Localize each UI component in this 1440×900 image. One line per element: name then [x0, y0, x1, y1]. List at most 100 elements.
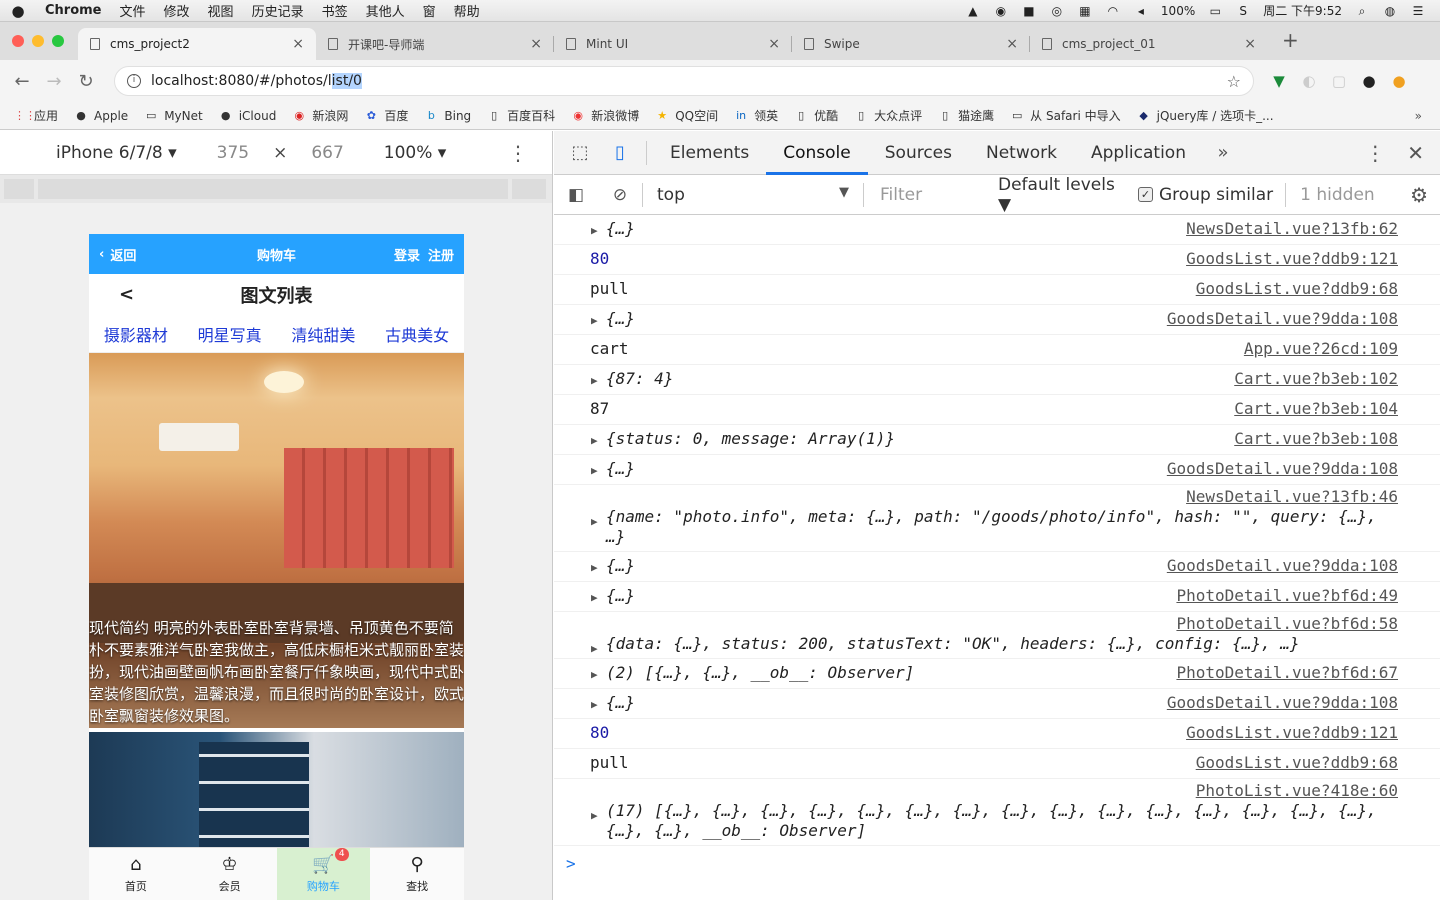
console-message-row[interactable]: ▶ {…} GoodsDetail.vue?9dda:108 [554, 552, 1440, 582]
clear-console-icon[interactable]: ⊘ [598, 185, 642, 205]
context-select[interactable]: top ▼ [643, 185, 863, 205]
bookmark-item[interactable]: ● Apple [74, 109, 128, 123]
devtools-menu-icon[interactable]: ⋮ [1365, 141, 1385, 165]
category-tab[interactable]: 古典美女 [385, 322, 449, 346]
console-message-row[interactable]: ▶ {status: 0, message: Array(1)} Cart.vue?… [554, 425, 1440, 455]
close-tab-icon[interactable]: × [768, 36, 780, 52]
apple-icon[interactable]: ● [0, 2, 36, 20]
url-text[interactable]: localhost:8080/#/photos/list/0 [151, 73, 362, 89]
bookmark-item[interactable]: b Bing [424, 109, 471, 123]
minimize-window-button[interactable] [32, 35, 44, 47]
new-tab-button[interactable]: + [1268, 28, 1299, 60]
source-link[interactable]: App.vue?26cd:109 [1244, 339, 1398, 359]
source-link[interactable]: PhotoList.vue?418e:60 [1196, 781, 1398, 801]
more-tabs-icon[interactable]: » [1203, 142, 1243, 163]
spotlight-icon[interactable]: ⌕ [1354, 4, 1370, 18]
menu-file[interactable]: 文件 [111, 1, 155, 20]
zoom-window-button[interactable] [52, 35, 64, 47]
source-link[interactable]: GoodsDetail.vue?9dda:108 [1167, 459, 1398, 479]
browser-tab[interactable]: cms_project_01 × [1030, 28, 1268, 60]
console-message-row[interactable]: ▶ {…} GoodsDetail.vue?9dda:108 [554, 305, 1440, 335]
console-message-row[interactable]: ▶ {…} GoodsDetail.vue?9dda:108 [554, 689, 1440, 719]
source-link[interactable]: PhotoDetail.vue?bf6d:67 [1176, 663, 1398, 683]
bookmark-folder[interactable]: ▭ MyNet [144, 109, 203, 123]
tabbar-cart[interactable]: 🛒 4 购物车 [276, 848, 371, 900]
wifi-icon[interactable]: ◠ [1105, 4, 1121, 18]
browser-tab[interactable]: 开课吧-导师端 × [316, 28, 554, 60]
extension-icon[interactable]: ▢ [1324, 72, 1354, 90]
bookmark-item[interactable]: ▯ 大众点评 [854, 107, 922, 124]
console-message-row[interactable]: ▶ {…} NewsDetail.vue?13fb:62 [554, 215, 1440, 245]
browser-tab[interactable]: cms_project2 × [78, 28, 316, 60]
menu-view[interactable]: 视图 [199, 1, 243, 20]
battery-icon[interactable]: ▭ [1207, 4, 1223, 18]
bookmark-icon[interactable]: ■ [1021, 4, 1037, 18]
address-bar[interactable]: i localhost:8080/#/photos/list/0 ☆ [114, 66, 1254, 96]
menu-edit[interactable]: 修改 [155, 1, 199, 20]
group-similar-toggle[interactable]: ✓ Group similar [1126, 185, 1285, 205]
expand-triangle-icon[interactable]: ▶ [591, 668, 598, 681]
console-message-row[interactable]: ▶ {87: 4} Cart.vue?b3eb:102 [554, 365, 1440, 395]
bookmark-star-icon[interactable]: ☆ [1227, 72, 1241, 91]
vpn-icon[interactable]: ◉ [993, 4, 1009, 18]
tab-sources[interactable]: Sources [868, 131, 969, 175]
source-link[interactable]: GoodsList.vue?ddb9:68 [1196, 279, 1398, 299]
bookmark-item[interactable]: ▯ 优酷 [794, 107, 838, 124]
reload-icon[interactable]: ↻ [70, 71, 102, 92]
close-tab-icon[interactable]: × [1006, 36, 1018, 52]
tabbar-search[interactable]: ⚲ 查找 [370, 848, 464, 900]
inspect-element-icon[interactable]: ⬚ [560, 142, 600, 163]
volume-icon[interactable]: ◂ [1133, 4, 1149, 18]
source-link[interactable]: Cart.vue?b3eb:108 [1234, 429, 1398, 449]
source-link[interactable]: GoodsList.vue?ddb9:68 [1196, 753, 1398, 773]
device-height-input[interactable]: 667 [311, 143, 343, 163]
source-link[interactable]: Cart.vue?b3eb:104 [1234, 399, 1398, 419]
expand-triangle-icon[interactable]: ▶ [591, 561, 598, 574]
menu-bookmarks[interactable]: 书签 [313, 1, 357, 20]
tab-application[interactable]: Application [1074, 131, 1203, 175]
sidebar-toggle-icon[interactable]: ◧ [554, 185, 598, 205]
vue-devtools-icon[interactable]: ▼ [1264, 72, 1294, 90]
source-link[interactable]: GoodsDetail.vue?9dda:108 [1167, 309, 1398, 329]
bookmark-item[interactable]: ◉ 新浪微博 [571, 107, 639, 124]
console-message-row[interactable]: ▶ (2) [{…}, {…}, __ob__: Observer] PhotoDe… [554, 659, 1440, 689]
tab-elements[interactable]: Elements [653, 131, 766, 175]
device-toolbar-icon[interactable]: ▯ [600, 142, 640, 163]
bookmark-folder[interactable]: ▭ 从 Safari 中导入 [1010, 107, 1121, 124]
console-settings-gear-icon[interactable]: ⚙ [1410, 183, 1440, 207]
forward-arrow-icon[interactable]: → [38, 71, 70, 92]
menu-window[interactable]: 窗 [414, 1, 445, 20]
category-tab[interactable]: 清纯甜美 [291, 322, 355, 346]
source-link[interactable]: NewsDetail.vue?13fb:46 [1186, 487, 1398, 507]
qq-icon[interactable]: ▲ [965, 4, 981, 18]
source-link[interactable]: GoodsList.vue?ddb9:121 [1186, 723, 1398, 743]
source-link[interactable]: NewsDetail.vue?13fb:62 [1186, 219, 1398, 239]
menu-help[interactable]: 帮助 [445, 1, 489, 20]
console-prompt-input[interactable]: > [554, 846, 1440, 881]
extension-icon[interactable]: ◐ [1294, 72, 1324, 90]
category-tab[interactable]: 明星写真 [198, 322, 262, 346]
source-link[interactable]: GoodsDetail.vue?9dda:108 [1167, 556, 1398, 576]
source-link[interactable]: GoodsDetail.vue?9dda:108 [1167, 693, 1398, 713]
expand-triangle-icon[interactable]: ▶ [591, 591, 598, 604]
close-tab-icon[interactable]: × [1244, 36, 1256, 52]
tabbar-member[interactable]: ♔ 会员 [183, 848, 277, 900]
info-icon[interactable]: i [127, 74, 141, 88]
tabbar-home[interactable]: ⌂ 首页 [89, 848, 183, 900]
zoom-select[interactable]: 100% ▾ [384, 143, 447, 163]
expand-triangle-icon[interactable]: ▶ [591, 314, 598, 327]
browser-tab[interactable]: Swipe × [792, 28, 1030, 60]
bookmark-item[interactable]: ▯ 百度百科 [487, 107, 555, 124]
expand-triangle-icon[interactable]: ▶ [591, 515, 598, 528]
expand-triangle-icon[interactable]: ▶ [591, 224, 598, 237]
close-tab-icon[interactable]: × [292, 36, 304, 52]
chat-icon[interactable]: ◎ [1049, 4, 1065, 18]
console-filter-input[interactable]: Filter [864, 185, 984, 205]
console-message-row[interactable]: ▶ (17) [{…}, {…}, {…}, {…}, {…}, {…}, {…}… [554, 779, 1440, 846]
menu-app-name[interactable]: Chrome [36, 3, 111, 18]
notification-center-icon[interactable]: ☰ [1410, 4, 1426, 18]
checkbox-checked-icon[interactable]: ✓ [1138, 187, 1153, 202]
bookmark-item[interactable]: ● iCloud [219, 109, 276, 123]
close-window-button[interactable] [12, 35, 24, 47]
source-link[interactable]: PhotoDetail.vue?bf6d:49 [1176, 586, 1398, 606]
